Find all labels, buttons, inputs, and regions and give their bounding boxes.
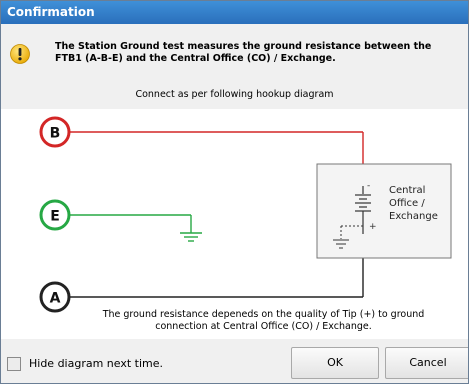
hide-diagram-checkbox[interactable]: [7, 357, 21, 371]
message-text: The Station Ground test measures the gro…: [55, 41, 455, 65]
footnote-line-2: connection at Central Office (CO) / Exch…: [155, 321, 372, 332]
diagram-instruction: Connect as per following hookup diagram: [135, 89, 334, 100]
dialog-footer: Hide diagram next time. OK Cancel: [1, 339, 468, 383]
co-label-line-2: Office /: [389, 198, 425, 209]
confirmation-dialog: Confirmation The Station Ground test mea…: [0, 0, 469, 384]
co-label-line-1: Central: [389, 185, 425, 196]
hookup-diagram: - + Central Office / Exchange B E A The …: [1, 109, 468, 339]
terminal-b: B: [39, 116, 71, 148]
hookup-diagram-canvas: - + Central Office / Exchange B E A: [39, 116, 452, 313]
cancel-button[interactable]: Cancel: [385, 347, 468, 379]
ground-symbol-e: [180, 232, 202, 242]
terminal-a: A: [39, 281, 71, 313]
terminal-e: E: [39, 199, 71, 231]
minus-sign: -: [367, 181, 370, 191]
terminal-a-label: A: [50, 291, 61, 307]
warning-icon: [10, 44, 30, 64]
dialog-title: Confirmation: [1, 1, 468, 24]
diagram-footnote: The ground resistance depeneds on the qu…: [101, 309, 426, 333]
footnote-line-1: The ground resistance depeneds on the qu…: [102, 309, 425, 320]
message-line-1: The Station Ground test measures the gro…: [55, 41, 432, 52]
terminal-b-label: B: [50, 126, 61, 142]
message-line-2: FTB1 (A-B-E) and the Central Office (CO)…: [55, 53, 336, 64]
ok-button[interactable]: OK: [291, 347, 379, 379]
plus-sign: +: [369, 222, 377, 232]
co-label-line-3: Exchange: [389, 211, 438, 222]
terminal-e-label: E: [50, 209, 60, 225]
message-area: The Station Ground test measures the gro…: [1, 24, 468, 82]
hide-diagram-label[interactable]: Hide diagram next time.: [29, 357, 163, 370]
